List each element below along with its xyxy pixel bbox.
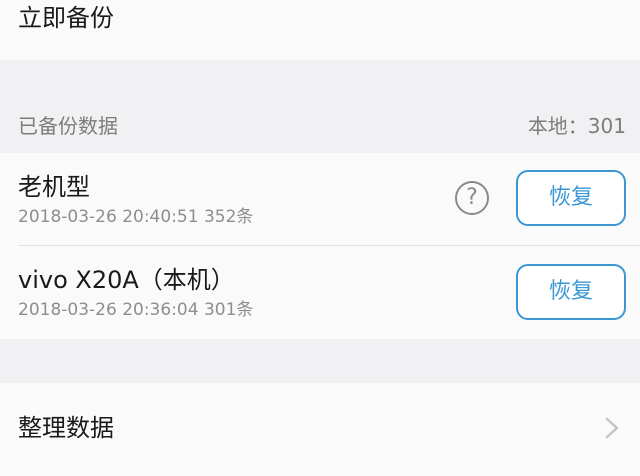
backup-now-label: 立即备份 — [18, 4, 114, 32]
restore-button[interactable]: 恢复 — [516, 170, 626, 226]
backup-screen: 立即备份 已备份数据 本地：301 老机型 2018-03-26 20:40:5… — [0, 0, 640, 476]
backup-now-row[interactable]: 立即备份 — [0, 0, 640, 60]
backup-item-meta: 2018-03-26 20:36:04 301条 — [18, 300, 254, 320]
chevron-right-icon — [605, 417, 619, 439]
organize-data-label: 整理数据 — [18, 414, 114, 442]
backup-item-meta: 2018-03-26 20:40:51 352条 — [18, 207, 254, 227]
backup-item-old-device: 老机型 2018-03-26 20:40:51 352条 ? 恢复 — [0, 153, 640, 246]
local-count: 本地：301 — [527, 114, 626, 138]
backup-list: 老机型 2018-03-26 20:40:51 352条 ? 恢复 vivo X… — [0, 153, 640, 339]
organize-data-row[interactable]: 整理数据 — [0, 383, 640, 476]
restore-button[interactable]: 恢复 — [516, 264, 626, 320]
backed-up-section-header: 已备份数据 本地：301 — [0, 100, 640, 152]
backup-item-name: 老机型 — [18, 173, 90, 201]
help-icon[interactable]: ? — [455, 181, 489, 215]
backup-item-this-device: vivo X20A（本机） 2018-03-26 20:36:04 301条 恢… — [0, 246, 640, 339]
backed-up-title: 已备份数据 — [18, 114, 118, 138]
backup-item-name: vivo X20A（本机） — [18, 266, 235, 294]
